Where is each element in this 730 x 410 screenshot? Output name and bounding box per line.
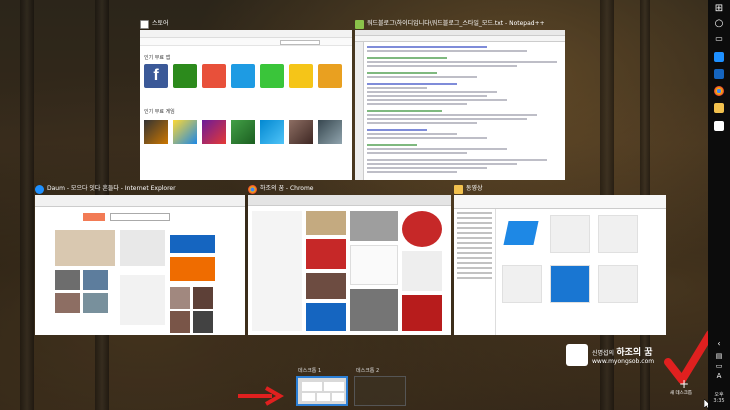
line-app-tile[interactable] xyxy=(260,64,284,88)
ie-icon xyxy=(35,184,44,194)
desktop-2-thumbnail[interactable] xyxy=(354,376,406,406)
window-file-explorer[interactable]: 동영상 xyxy=(454,183,666,335)
game-tile[interactable] xyxy=(202,120,226,144)
file-icon[interactable] xyxy=(502,265,542,303)
game-tile[interactable] xyxy=(231,120,255,144)
game-tile[interactable] xyxy=(260,120,284,144)
file-icon[interactable] xyxy=(598,265,638,303)
new-desktop-button[interactable]: + 새 데스크톱 xyxy=(670,377,697,396)
zip-file-icon[interactable] xyxy=(502,215,542,253)
taskbar: ⊞ ○ ▭ ‹ ▤ ▭ A 오후 3:35 xyxy=(708,0,730,410)
task-view-icon[interactable]: ▭ xyxy=(713,33,725,45)
window-title-bar: 스토어 xyxy=(140,18,169,30)
explorer-content xyxy=(454,195,666,335)
plus-icon: + xyxy=(678,377,690,391)
photo-app-tile[interactable] xyxy=(202,64,226,88)
watermark: 신명섭의 하조의 꿈 www.myongsob.com xyxy=(566,344,654,366)
notepadpp-content xyxy=(355,30,565,180)
window-store[interactable]: 스토어 인기 무료 앱 f 인기 무료 게임 xyxy=(140,18,352,180)
app-tile[interactable] xyxy=(289,64,313,88)
window-title-bar: 동영상 xyxy=(454,183,483,195)
window-title-bar: 하조의 꿈 - Chrome xyxy=(248,183,314,195)
app-tile[interactable] xyxy=(318,64,342,88)
game-tile[interactable] xyxy=(173,120,197,144)
chrome-icon xyxy=(248,184,257,194)
file-icon[interactable] xyxy=(550,215,590,253)
arrow-right-icon xyxy=(238,386,284,406)
search-icon[interactable]: ○ xyxy=(713,18,725,30)
game-tile[interactable] xyxy=(144,120,168,144)
desktop-1-label: 데스크톱 1 xyxy=(298,368,322,374)
chevron-up-icon[interactable]: ‹ xyxy=(713,338,725,350)
folder-icon[interactable] xyxy=(714,103,724,113)
window-title-bar: 워드블로그\하이디입니다\워드블로그_스타일_모드.txt - Notepad+… xyxy=(355,18,545,30)
window-title: 하조의 꿈 - Chrome xyxy=(260,185,314,192)
window-notepadpp[interactable]: 워드블로그\하이디입니다\워드블로그_스타일_모드.txt - Notepad+… xyxy=(355,18,565,180)
watermark-text: 신명섭의 xyxy=(592,350,615,357)
facebook-app-tile[interactable]: f xyxy=(144,64,168,88)
store-section-apps: 인기 무료 앱 xyxy=(144,55,171,61)
store-section-games: 인기 무료 게임 xyxy=(144,109,175,115)
ime-icon[interactable]: A xyxy=(713,370,725,382)
window-title-bar: Daum - 모으다 잇다 흔들다 - Internet Explorer xyxy=(35,183,176,195)
store-icon[interactable] xyxy=(714,121,724,131)
alsong-app-tile[interactable] xyxy=(231,64,255,88)
start-button[interactable]: ⊞ xyxy=(713,3,725,15)
store-content: 인기 무료 앱 f 인기 무료 게임 xyxy=(140,30,352,180)
window-title: 스토어 xyxy=(152,20,169,27)
ie-content xyxy=(35,195,245,335)
window-chrome[interactable]: 하조의 꿈 - Chrome xyxy=(248,183,451,335)
folder-icon xyxy=(454,184,463,194)
store-icon xyxy=(140,19,149,29)
watermark-url: www.myongsob.com xyxy=(592,358,655,365)
desktop-2-label: 데스크톱 2 xyxy=(356,368,380,374)
chrome-content xyxy=(248,195,451,335)
new-desktop-label: 새 데스크톱 xyxy=(669,391,693,396)
edge-icon[interactable] xyxy=(714,52,724,62)
notepadpp-icon xyxy=(355,19,364,29)
game-tile[interactable] xyxy=(289,120,313,144)
desktop-1-thumbnail[interactable] xyxy=(296,376,348,406)
window-title: 동영상 xyxy=(466,185,483,192)
file-icon[interactable] xyxy=(598,215,638,253)
file-icon[interactable] xyxy=(550,265,590,303)
chrome-icon[interactable] xyxy=(714,86,724,96)
logo-icon xyxy=(566,344,588,366)
window-title: Daum - 모으다 잇다 흔들다 - Internet Explorer xyxy=(47,185,176,192)
window-internet-explorer[interactable]: Daum - 모으다 잇다 흔들다 - Internet Explorer xyxy=(35,183,245,335)
ie-icon[interactable] xyxy=(714,69,724,79)
clock[interactable]: 오후 3:35 xyxy=(708,391,730,404)
watermark-title: 하조의 꿈 xyxy=(616,348,653,358)
window-title: 워드블로그\하이디입니다\워드블로그_스타일_모드.txt - Notepad+… xyxy=(367,20,545,27)
game-tile[interactable] xyxy=(318,120,342,144)
music-app-tile[interactable] xyxy=(173,64,197,88)
